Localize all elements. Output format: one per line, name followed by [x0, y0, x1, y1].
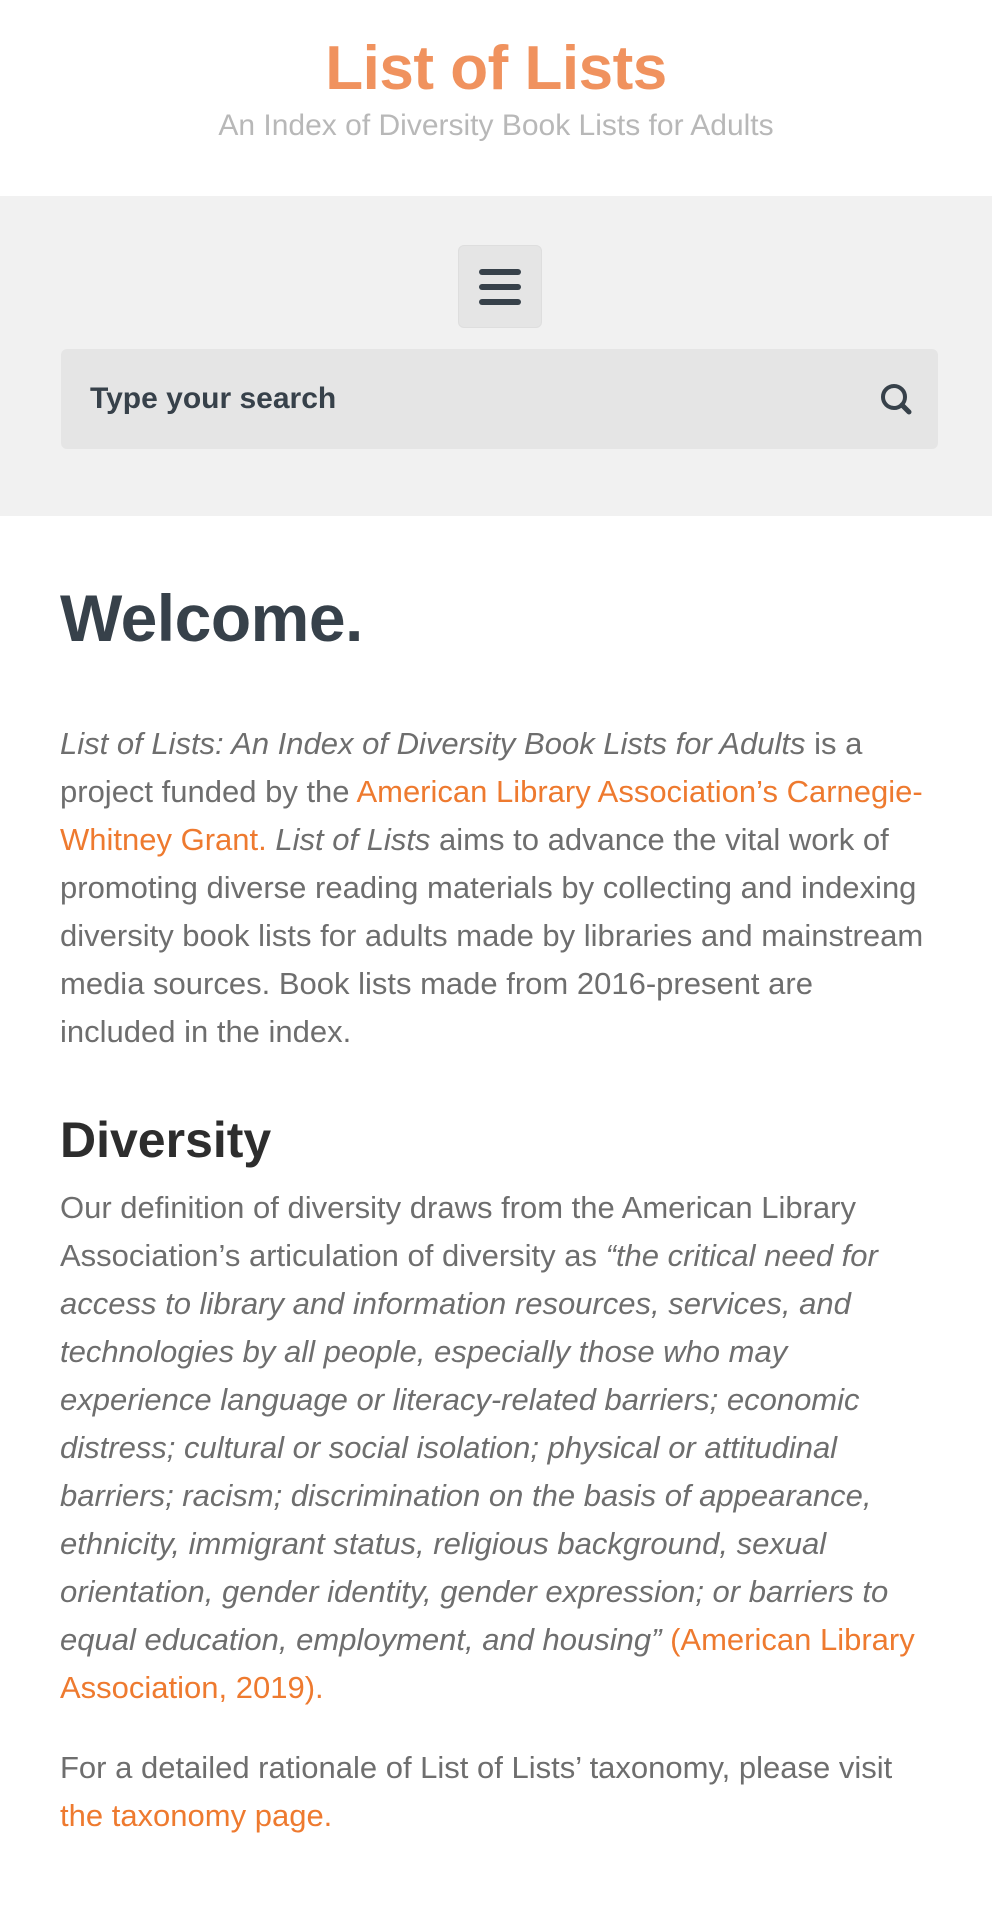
search-submit-button[interactable]	[866, 374, 916, 424]
main-content: Welcome. List of Lists: An Index of Dive…	[0, 516, 992, 1840]
site-tagline: An Index of Diversity Book Lists for Adu…	[218, 109, 774, 142]
diversity-quote: “the critical need for access to library…	[60, 1238, 889, 1657]
navigation-bar	[0, 196, 992, 516]
diversity-text-2	[661, 1622, 670, 1657]
taxonomy-text: For a detailed rationale of List of List…	[60, 1750, 893, 1785]
diversity-paragraph: Our definition of diversity draws from t…	[60, 1184, 932, 1712]
taxonomy-paragraph: For a detailed rationale of List of List…	[60, 1744, 932, 1840]
search-form	[61, 349, 938, 449]
search-input[interactable]	[61, 349, 841, 449]
search-icon	[881, 384, 912, 415]
hamburger-menu-icon-bar-bottom	[479, 299, 521, 305]
hamburger-menu-icon-bar-middle	[479, 284, 521, 290]
site-header: List of Lists An Index of Diversity Book…	[0, 0, 992, 196]
menu-toggle-button[interactable]	[458, 245, 542, 328]
page-title: Welcome.	[60, 581, 363, 655]
hamburger-menu-icon-bar-top	[479, 269, 521, 275]
diversity-heading: Diversity	[60, 1112, 272, 1168]
project-title: List of Lists: An Index of Diversity Boo…	[60, 726, 806, 761]
site-title-link[interactable]: List of Lists	[325, 0, 667, 104]
intro-paragraph: List of Lists: An Index of Diversity Boo…	[60, 720, 932, 1056]
short-title: List of Lists	[275, 822, 431, 857]
taxonomy-page-link[interactable]: the taxonomy page.	[60, 1798, 332, 1833]
